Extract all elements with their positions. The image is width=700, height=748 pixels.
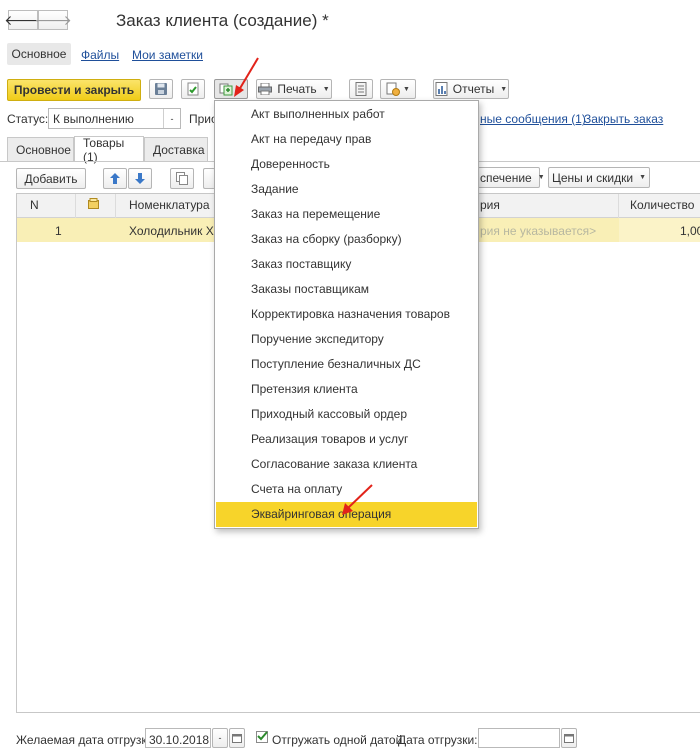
status-label: Статус: [7, 112, 49, 126]
move-down-button[interactable] [128, 168, 152, 189]
related-documents-icon [386, 82, 401, 96]
ship-one-date-label: Отгружать одной датой [272, 733, 403, 747]
menu-item[interactable]: Согласование заказа клиента [215, 452, 478, 477]
print-label: Печать [277, 82, 317, 96]
post-and-close-button[interactable]: Провести и закрыть [7, 79, 141, 101]
tab-notes[interactable]: Мои заметки [132, 48, 203, 62]
menu-item[interactable]: Заказ на сборку (разборку) [215, 227, 478, 252]
provision-label: спечение [480, 170, 532, 185]
menu-item[interactable]: Претензия клиента [215, 377, 478, 402]
menu-item[interactable]: Акт выполненных работ [215, 102, 478, 127]
reports-button[interactable]: Отчеты ▼ [433, 79, 509, 99]
annotation-arrow-icon [234, 57, 259, 97]
status-value: К выполнению [53, 112, 134, 126]
checkmark-icon [257, 731, 268, 741]
column-header-icon[interactable] [88, 198, 100, 213]
menu-item[interactable]: Акт на передачу прав [215, 127, 478, 152]
document-list-icon [355, 82, 367, 96]
tab-document-main-label: Основное [16, 142, 71, 157]
menu-item[interactable]: Поступление безналичных ДС [215, 352, 478, 377]
reports-label: Отчеты [452, 82, 495, 96]
tab-delivery-label: Доставка [153, 142, 205, 157]
menu-item[interactable]: Реализация товаров и услуг [215, 427, 478, 452]
row-number: 1 [55, 224, 62, 238]
print-dropdown-icon: ▼ [322, 85, 330, 93]
copy-icon [176, 172, 188, 185]
row-quantity: 1,00 [680, 224, 700, 238]
row-nomenclature[interactable]: Холодильник Х-12 [129, 224, 214, 238]
print-button[interactable]: Печать ▼ [256, 79, 332, 99]
column-header-nomenclature[interactable]: Номенклатура [129, 194, 210, 217]
row-series[interactable]: рия не указывается> [480, 224, 596, 238]
add-row-label: Добавить [24, 171, 78, 186]
prices-discounts-label: Цены и скидки [551, 170, 634, 185]
arrow-down-icon [135, 173, 145, 184]
floppy-disk-icon [155, 83, 167, 95]
provision-button[interactable]: спечение ▼ [478, 167, 545, 188]
forward-button[interactable]: 🡒 [34, 10, 72, 30]
create-based-on-menu: Акт выполненных работ Акт на передачу пр… [214, 100, 479, 529]
reports-icon [435, 82, 448, 96]
move-up-button[interactable] [103, 168, 127, 189]
copy-row-button[interactable] [170, 168, 194, 189]
ship-one-date-checkbox[interactable] [256, 731, 268, 743]
page-title: Заказ клиента (создание) * [116, 11, 329, 30]
close-order-link[interactable]: Закрыть заказ [584, 112, 663, 126]
menu-item[interactable]: Поручение экспедитору [215, 327, 478, 352]
tab-main-section[interactable]: Основное [7, 43, 71, 65]
tab-main-label: Основное [11, 47, 67, 61]
electronic-messages-link[interactable]: ные сообщения (1) [480, 112, 586, 126]
menu-item[interactable]: Заказ поставщику [215, 252, 478, 277]
related-documents-dropdown-icon: ▼ [403, 85, 410, 93]
desired-date-label: Желаемая дата отгрузки: [16, 733, 157, 747]
column-header-quantity[interactable]: Количество [630, 194, 694, 217]
ship-date-input[interactable] [478, 728, 560, 748]
post-and-close-label: Провести и закрыть [13, 83, 135, 97]
related-documents-button[interactable]: ▼ [380, 79, 416, 99]
calendar-icon [232, 734, 242, 743]
annotation-arrow-icon [342, 484, 373, 515]
forward-arrow-icon: 🡒 [34, 11, 72, 28]
calendar-icon [564, 734, 574, 743]
menu-item[interactable]: Заказ на перемещение [215, 202, 478, 227]
tab-document-main[interactable]: Основное [7, 137, 74, 161]
tab-delivery[interactable]: Доставка [144, 137, 208, 161]
desired-date-value: 30.10.2018 [149, 733, 210, 747]
arrow-up-icon [110, 173, 120, 184]
ship-date-calendar-button[interactable] [561, 728, 577, 748]
menu-item[interactable]: Доверенность [215, 152, 478, 177]
column-header-n[interactable]: N [30, 194, 39, 217]
provision-dropdown-icon: ▼ [537, 174, 545, 181]
tab-goods[interactable]: Товары (1) [74, 135, 144, 164]
menu-item[interactable]: Задание [215, 177, 478, 202]
calendar-button[interactable] [229, 728, 245, 748]
menu-item[interactable]: Приходный кассовый ордер [215, 402, 478, 427]
desired-date-dropdown-button[interactable]: - [212, 728, 228, 748]
post-button[interactable] [181, 79, 205, 99]
menu-item[interactable]: Корректировка назначения товаров [215, 302, 478, 327]
tab-goods-label: Товары (1) [83, 135, 125, 164]
reports-dropdown-icon: ▼ [500, 85, 508, 93]
menu-item[interactable]: Заказы поставщикам [215, 277, 478, 302]
status-select[interactable]: К выполнению - [48, 108, 181, 129]
save-button[interactable] [149, 79, 173, 99]
characteristics-icon [88, 198, 99, 209]
column-header-series[interactable]: рия [480, 194, 500, 217]
document-post-icon [187, 82, 199, 96]
status-dropdown-button[interactable]: - [163, 109, 180, 128]
tab-files[interactable]: Файлы [81, 48, 119, 62]
add-row-button[interactable]: Добавить [16, 168, 86, 189]
prices-discounts-button[interactable]: Цены и скидки ▼ [548, 167, 650, 188]
desired-date-input[interactable]: 30.10.2018 [145, 728, 211, 748]
prices-discounts-dropdown-icon: ▼ [639, 174, 647, 181]
document-journal-button[interactable] [349, 79, 373, 99]
ship-date-label: Дата отгрузки: [398, 733, 478, 747]
